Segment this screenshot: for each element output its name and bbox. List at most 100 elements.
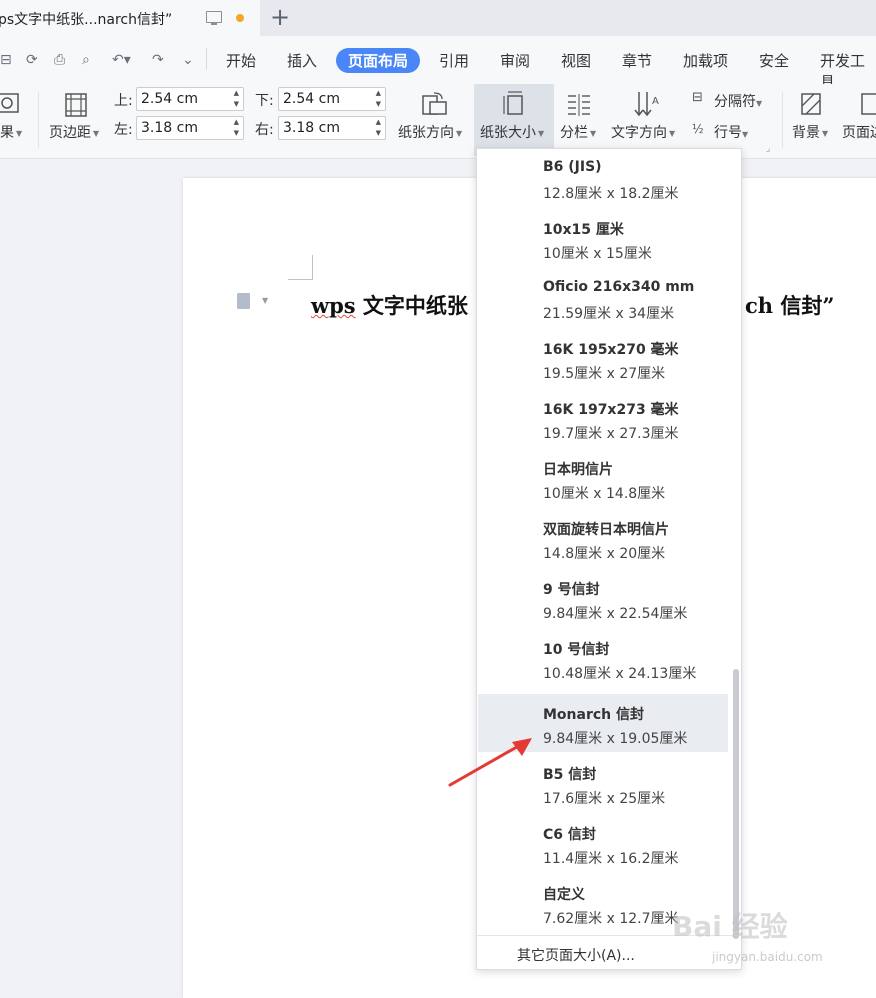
columns-icon[interactable]	[566, 92, 592, 116]
orientation-icon[interactable]	[420, 90, 448, 118]
effects-button[interactable]: 果 ▼	[0, 122, 22, 142]
paper-size-item-b6[interactable]: B6 (JIS) 12.8厘米 x 18.2厘米	[478, 149, 728, 207]
menu-bar: ⊟ ⟳ ⎙ ⌕ ↶▾ ↷ ⌄ 开始 插入 页面布局 引用 审阅 视图 章节 加载…	[0, 36, 876, 91]
paper-size-label: 纸张大小	[480, 125, 536, 141]
chevron-down-icon[interactable]: ▼	[262, 296, 268, 305]
customize-icon[interactable]: ⌄	[182, 52, 194, 68]
top-margin-label: 上:	[114, 93, 133, 109]
margin-corner-mark	[288, 255, 313, 280]
menu-page-layout[interactable]: 页面布局	[336, 48, 421, 73]
dropdown-scrollbar[interactable]	[733, 669, 739, 939]
spin-down-icon[interactable]: ▼	[234, 129, 239, 137]
background-icon[interactable]	[800, 92, 822, 116]
paper-size-item-16k-195[interactable]: 16K 195x270 毫米 19.5厘米 x 27厘米	[478, 329, 728, 387]
menu-references[interactable]: 引用	[439, 50, 469, 71]
spin-up-icon[interactable]: ▲	[376, 89, 381, 97]
effects-label: 果	[0, 125, 14, 141]
output-icon[interactable]: ⟳	[26, 52, 38, 68]
menu-start[interactable]: 开始	[226, 50, 256, 71]
document-heading-end[interactable]: ch 信封”	[745, 290, 834, 320]
menu-review[interactable]: 审阅	[500, 50, 530, 71]
spin-down-icon[interactable]: ▼	[376, 100, 381, 108]
columns-button[interactable]: 分栏 ▼	[560, 122, 596, 142]
spin-up-icon[interactable]: ▲	[234, 118, 239, 126]
paper-size-button[interactable]: 纸张大小 ▼	[474, 84, 554, 156]
other-page-sizes-button[interactable]: 其它页面大小(A)...	[517, 945, 635, 965]
print-icon[interactable]: ⎙	[54, 52, 65, 68]
paper-size-name: 9 号信封	[543, 582, 600, 598]
spin-up-icon[interactable]: ▲	[376, 118, 381, 126]
paper-size-item-jp-postcard[interactable]: 日本明信片 10厘米 x 14.8厘米	[478, 449, 728, 507]
document-tab[interactable]: ps文字中纸张...narch信封”	[0, 0, 260, 36]
spin-up-icon[interactable]: ▲	[234, 89, 239, 97]
left-margin-input[interactable]: 3.18 cm ▲ ▼	[136, 116, 244, 140]
paper-size-icon	[503, 91, 523, 115]
orientation-label: 纸张方向	[398, 125, 454, 141]
paper-size-dims: 10厘米 x 14.8厘米	[543, 486, 666, 502]
margins-button[interactable]: 页边距 ▼	[49, 122, 99, 142]
paper-size-dims: 19.7厘米 x 27.3厘米	[543, 426, 679, 442]
tab-title: ps文字中纸张...narch信封”	[0, 12, 173, 28]
menu-insert[interactable]: 插入	[287, 50, 317, 71]
menu-section[interactable]: 章节	[622, 50, 652, 71]
paper-size-item-16k-197[interactable]: 16K 197x273 毫米 19.7厘米 x 27.3厘米	[478, 389, 728, 447]
paper-size-name: 日本明信片	[543, 462, 613, 478]
redo-icon[interactable]: ↷	[152, 52, 164, 68]
chevron-down-icon: ▼	[756, 99, 763, 108]
paper-size-dims: 14.8厘米 x 20厘米	[543, 546, 666, 562]
paper-size-name: 双面旋转日本明信片	[543, 522, 669, 538]
menu-addins[interactable]: 加载项	[683, 50, 728, 71]
margins-icon[interactable]	[64, 92, 88, 118]
monitor-icon[interactable]	[206, 11, 222, 25]
paper-size-dims: 10厘米 x 15厘米	[543, 246, 652, 262]
right-margin-input[interactable]: 3.18 cm ▲ ▼	[278, 116, 386, 140]
top-margin-value: 2.54 cm	[141, 91, 198, 107]
tab-bar: ps文字中纸张...narch信封” +	[0, 0, 876, 36]
page-border-icon[interactable]	[858, 92, 876, 116]
menu-security[interactable]: 安全	[759, 50, 789, 71]
menu-view[interactable]: 视图	[561, 50, 591, 71]
spin-down-icon[interactable]: ▼	[234, 100, 239, 108]
heading-text-part1: wps	[311, 293, 356, 318]
paper-size-label-wrap: 纸张大小 ▼	[480, 122, 544, 142]
paper-size-dropdown: B6 (JIS) 12.8厘米 x 18.2厘米 10x15 厘米 10厘米 x…	[476, 148, 742, 970]
background-button[interactable]: 背景 ▼	[792, 122, 828, 142]
dialog-launcher-icon[interactable]: ⌟	[766, 144, 770, 154]
background-label: 背景	[792, 125, 820, 141]
orientation-button[interactable]: 纸张方向 ▼	[398, 122, 462, 142]
text-direction-icon[interactable]: A	[634, 90, 660, 118]
top-margin-input[interactable]: 2.54 cm ▲ ▼	[136, 87, 244, 111]
paper-size-item-envelope-10[interactable]: 10 号信封 10.48厘米 x 24.13厘米	[478, 629, 728, 687]
chevron-down-icon: ▼	[538, 128, 545, 138]
text-direction-button[interactable]: 文字方向 ▼	[611, 122, 675, 142]
document-outline-icon[interactable]	[237, 293, 250, 309]
paper-size-dims: 19.5厘米 x 27厘米	[543, 366, 666, 382]
paper-size-dims: 9.84厘米 x 22.54厘米	[543, 606, 688, 622]
document-heading[interactable]: wps 文字中纸张	[311, 290, 468, 320]
paper-size-item-oficio[interactable]: Oficio 216x340 mm 21.59厘米 x 34厘米	[478, 269, 728, 327]
breaks-icon[interactable]: ⊟	[692, 90, 703, 105]
paper-size-name: Monarch 信封	[543, 707, 645, 723]
svg-text:A: A	[652, 96, 659, 107]
columns-label: 分栏	[560, 125, 588, 141]
spin-down-icon[interactable]: ▼	[376, 129, 381, 137]
page-border-button[interactable]: 页面边	[842, 122, 876, 142]
margins-label: 页边距	[49, 125, 91, 141]
undo-icon[interactable]: ↶▾	[112, 52, 131, 68]
bottom-margin-input[interactable]: 2.54 cm ▲ ▼	[278, 87, 386, 111]
line-numbers-icon[interactable]: ½	[692, 122, 704, 136]
paper-size-name: B5 信封	[543, 767, 597, 783]
breaks-button[interactable]: 分隔符▼	[714, 91, 762, 111]
paper-size-item-c6-envelope[interactable]: C6 信封 11.4厘米 x 16.2厘米	[478, 814, 728, 872]
paper-size-dims: 21.59厘米 x 34厘米	[543, 306, 675, 322]
effects-icon[interactable]	[0, 92, 22, 116]
paper-size-item-envelope-9[interactable]: 9 号信封 9.84厘米 x 22.54厘米	[478, 569, 728, 627]
save-icon[interactable]: ⊟	[0, 52, 12, 68]
left-margin-value: 3.18 cm	[141, 120, 198, 136]
print-preview-icon[interactable]: ⌕	[82, 52, 90, 68]
paper-size-item-jp-double-postcard[interactable]: 双面旋转日本明信片 14.8厘米 x 20厘米	[478, 509, 728, 567]
unsaved-dot-icon	[236, 14, 244, 22]
paper-size-item-10x15[interactable]: 10x15 厘米 10厘米 x 15厘米	[478, 209, 728, 267]
line-numbers-button[interactable]: 行号▼	[714, 122, 748, 142]
new-tab-plus-icon[interactable]: +	[270, 3, 290, 31]
